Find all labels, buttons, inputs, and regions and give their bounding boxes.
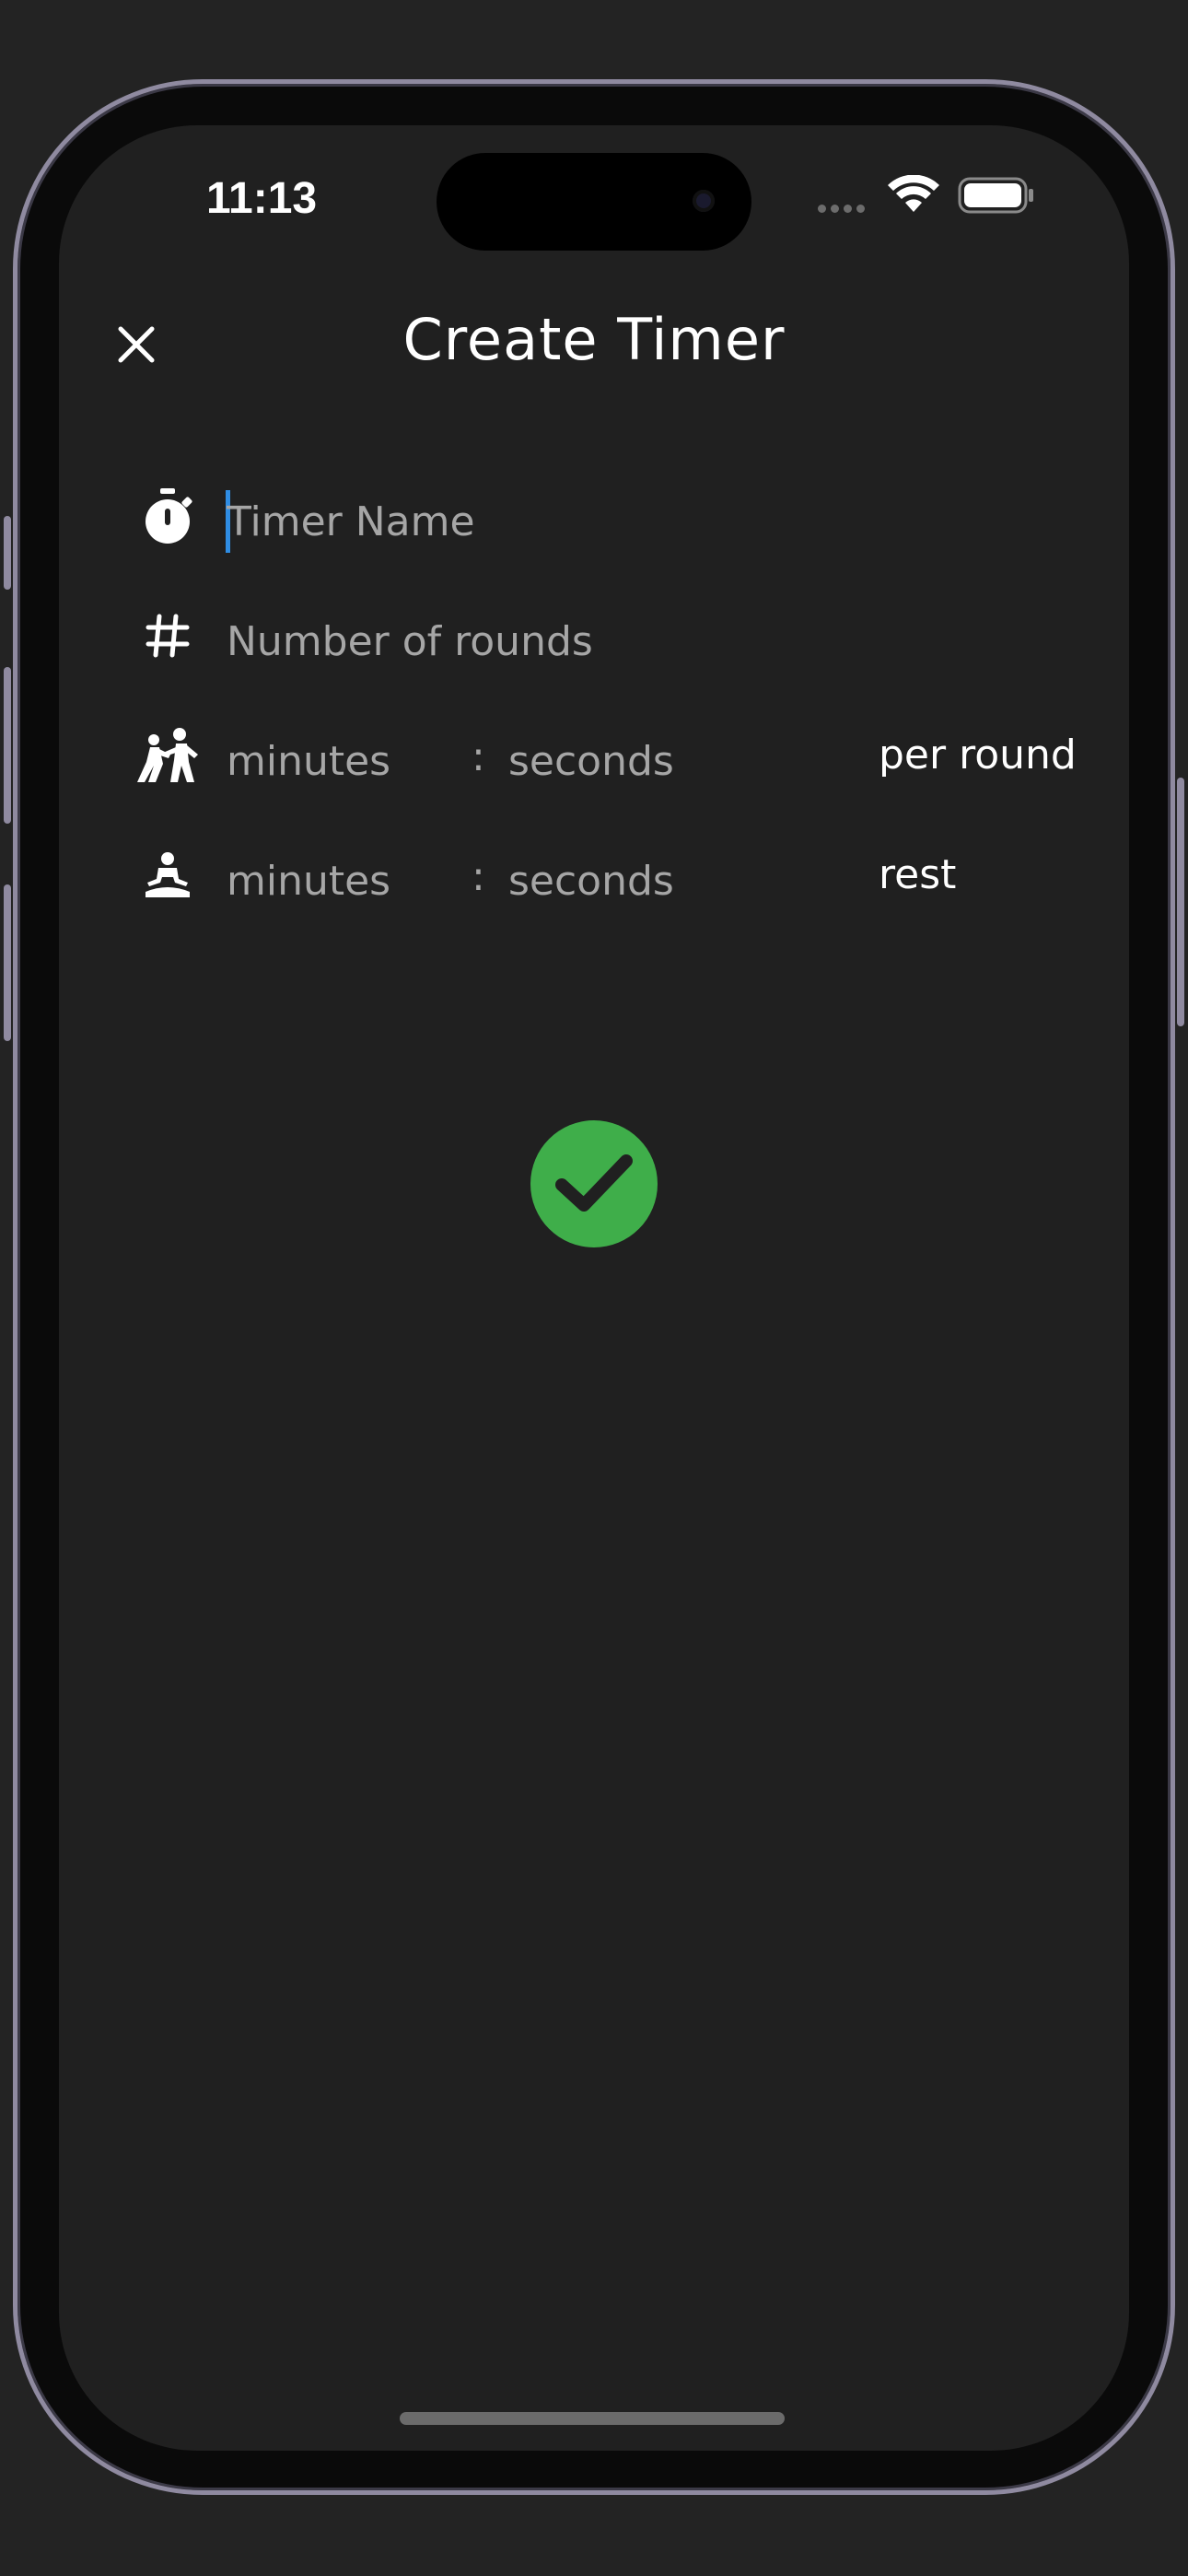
home-indicator[interactable] — [400, 2412, 785, 2425]
round-duration-row-icon — [134, 722, 201, 789]
timer-name-input[interactable] — [227, 492, 1055, 551]
stopwatch-icon — [146, 488, 192, 544]
side-button-action — [4, 516, 11, 590]
rest-minutes-input[interactable] — [227, 851, 457, 910]
check-icon — [555, 1154, 633, 1212]
dynamic-island — [437, 153, 751, 251]
round-time-separator: : — [472, 733, 485, 780]
rounds-row-icon — [134, 603, 201, 669]
rest-seconds-input[interactable] — [508, 851, 840, 910]
status-time: 11:13 — [206, 174, 318, 223]
side-button-volume-up — [4, 667, 11, 824]
round-duration-suffix: per round — [879, 732, 1077, 779]
hash-icon — [146, 614, 190, 658]
round-minutes-input[interactable] — [227, 732, 457, 790]
camera-icon — [693, 190, 715, 212]
side-button-volume-down — [4, 884, 11, 1041]
wifi-icon — [888, 175, 939, 212]
meditation-icon — [146, 852, 190, 897]
rest-duration-row-icon — [134, 842, 201, 908]
timer-name-row-icon — [134, 483, 201, 549]
confirm-button[interactable] — [530, 1120, 658, 1247]
rest-time-separator: : — [472, 853, 485, 900]
side-button-power — [1177, 778, 1184, 1026]
rest-duration-suffix: rest — [879, 851, 957, 898]
app-screen: 11:13 Create Timer Timer Name Number of … — [59, 125, 1129, 2451]
page-title: Create Timer — [402, 306, 786, 373]
round-seconds-input[interactable] — [508, 732, 840, 790]
battery-icon — [958, 177, 1033, 214]
cellular-signal-icon — [818, 205, 865, 213]
sparring-icon — [137, 728, 198, 782]
rounds-input[interactable] — [227, 612, 1055, 671]
